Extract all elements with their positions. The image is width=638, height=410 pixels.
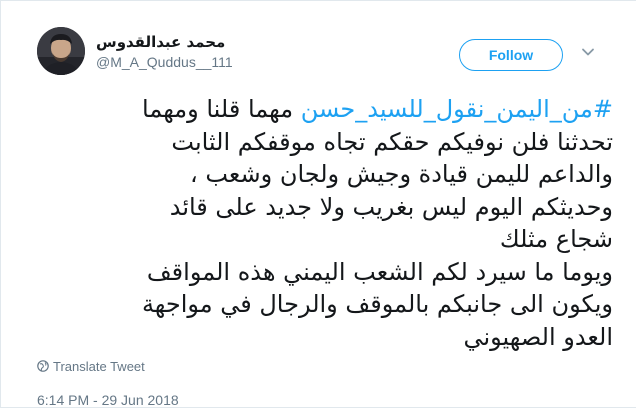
translate-tweet-link[interactable]: Translate Tweet (37, 359, 145, 375)
tweet-line-3: والداعم لليمن قيادة وجيش ولجان وشعب ، (189, 160, 613, 188)
chevron-down-icon[interactable] (581, 45, 595, 59)
globe-icon (37, 360, 49, 372)
tweet-line-8: العدو الصهيوني (463, 322, 613, 351)
avatar[interactable] (37, 27, 85, 75)
hashtag-link[interactable]: #من_اليمن_نقول_للسيد_حسن (301, 95, 613, 123)
tweet-line-7: ويكون الى جانبكم بالموقف والرجال في مواج… (141, 290, 613, 318)
tweet-line-1: #من_اليمن_نقول_للسيد_حسن مهما قلنا ومهما (35, 93, 613, 126)
tweet-text: #من_اليمن_نقول_للسيد_حسن مهما قلنا ومهما… (35, 93, 613, 353)
tweet-line-6: ويوما ما سيرد لكم الشعب اليمني هذه الموا… (146, 257, 613, 286)
translate-label: Translate Tweet (53, 359, 145, 374)
display-name[interactable]: محمد عبدالقدوس (96, 32, 225, 52)
tweet-line-2: تحدثنا فلن نوفيكم حقكم تجاه موقفكم الثاب… (171, 127, 613, 156)
follow-button[interactable]: Follow (459, 39, 563, 71)
tweet-card: محمد عبدالقدوس @M_A_Quddus__111 Follow #… (0, 0, 636, 408)
tweet-timestamp[interactable]: 6:14 PM - 29 Jun 2018 (37, 392, 179, 408)
tweet-line-4: وحديثكم اليوم ليس بغريب ولا جديد على قائ… (169, 192, 613, 221)
tweet-line-5: شجاع مثلك (499, 225, 613, 253)
user-handle[interactable]: @M_A_Quddus__111 (96, 53, 233, 71)
tweet-line-1-text: مهما قلنا ومهما (142, 95, 301, 123)
avatar-image (37, 27, 85, 75)
